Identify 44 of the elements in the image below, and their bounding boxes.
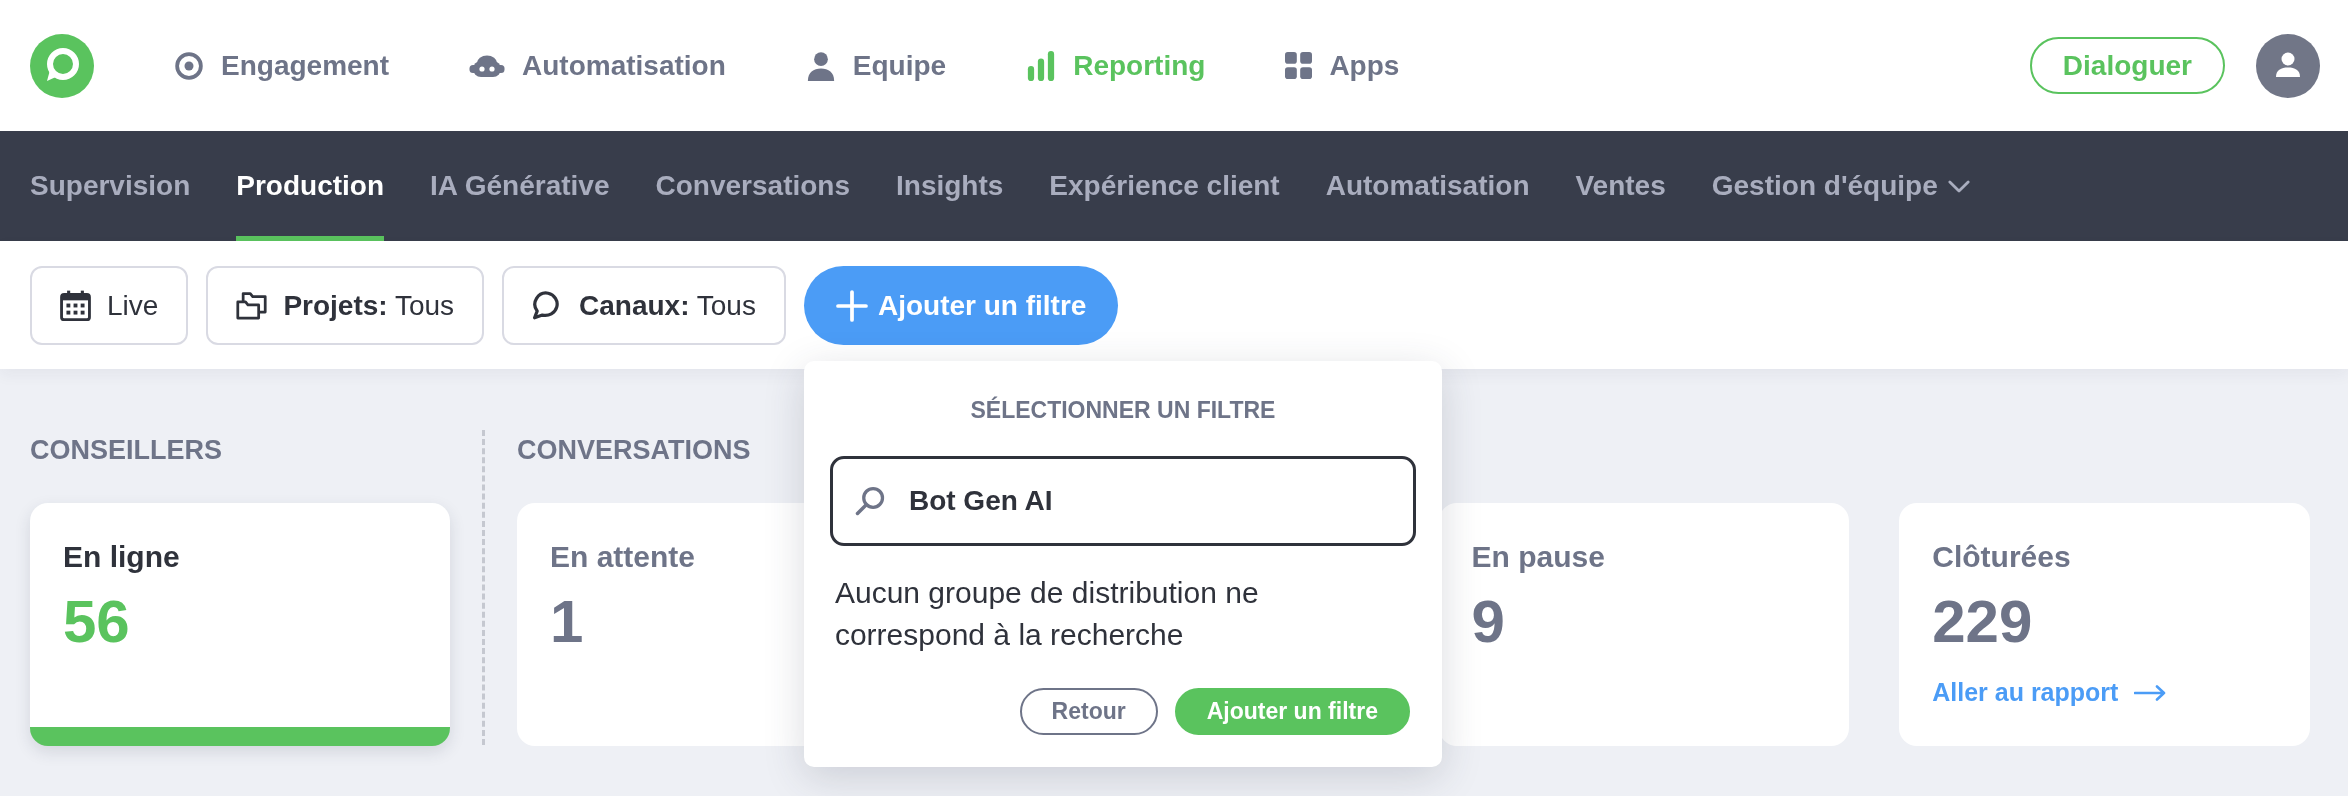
add-filter-button[interactable]: Ajouter un filtre <box>803 266 1119 345</box>
popup-title: SÉLECTIONNER UN FILTRE <box>969 396 1277 424</box>
nav-link[interactable]: Engagement <box>174 49 390 82</box>
back-button[interactable]: Retour <box>1019 688 1158 735</box>
stat-label: En ligne <box>63 539 180 575</box>
nav-tab[interactable]: Expérience client <box>1049 131 1280 241</box>
arrow-right-icon <box>2134 684 2167 701</box>
nav-link[interactable]: Apps <box>1285 49 1400 82</box>
stat-label: En pause <box>1471 539 1605 575</box>
logo-icon <box>30 33 94 98</box>
nav-tab[interactable]: Ventes <box>1575 131 1666 241</box>
stat-label: Clôturées <box>1932 539 2071 575</box>
stat-label: En attente <box>550 539 696 575</box>
report-link[interactable]: Aller au rapport <box>1932 678 2167 707</box>
plus-icon <box>835 289 868 322</box>
nav-tab[interactable]: Gestion d'équipe <box>1711 131 1970 241</box>
avatar-icon[interactable] <box>2256 33 2320 98</box>
section-title: CONVERSATIONS <box>517 435 751 465</box>
target-icon <box>174 50 204 81</box>
nav-link[interactable]: Automatisation <box>469 49 726 82</box>
calendar-icon <box>60 290 91 321</box>
nav-link[interactable]: Equipe <box>805 49 947 82</box>
nav-tab[interactable]: Supervision <box>30 131 191 241</box>
search-field[interactable]: Bot Gen AI <box>829 456 1416 546</box>
nav-tab[interactable]: IA Générative <box>430 131 610 241</box>
filter-chip[interactable]: Canaux: Tous <box>502 266 786 345</box>
bar-chart-icon <box>1026 50 1057 81</box>
filter-chip[interactable]: Projets: Tous <box>206 266 485 345</box>
filter-chip[interactable]: Live <box>30 266 189 345</box>
nav-tab[interactable]: Insights <box>896 131 1004 241</box>
person-icon <box>805 50 836 81</box>
nav-tab[interactable]: Automatisation <box>1325 131 1530 241</box>
chevron-down-icon <box>1947 179 1970 193</box>
nav-tab[interactable]: Conversations <box>655 131 850 241</box>
stat-value: 9 <box>1471 592 1505 652</box>
stat-value: 56 <box>63 592 130 652</box>
empty-message: Aucun groupe de distribution ne correspond à la recherche <box>834 575 1260 653</box>
robot-icon <box>469 53 506 78</box>
grid-icon <box>1285 52 1313 79</box>
search-icon <box>854 486 885 516</box>
stat-value: 1 <box>550 592 584 652</box>
stat-value: 229 <box>1932 592 2033 652</box>
section-title: CONSEILLERS <box>30 435 223 465</box>
folders-icon <box>236 290 268 321</box>
